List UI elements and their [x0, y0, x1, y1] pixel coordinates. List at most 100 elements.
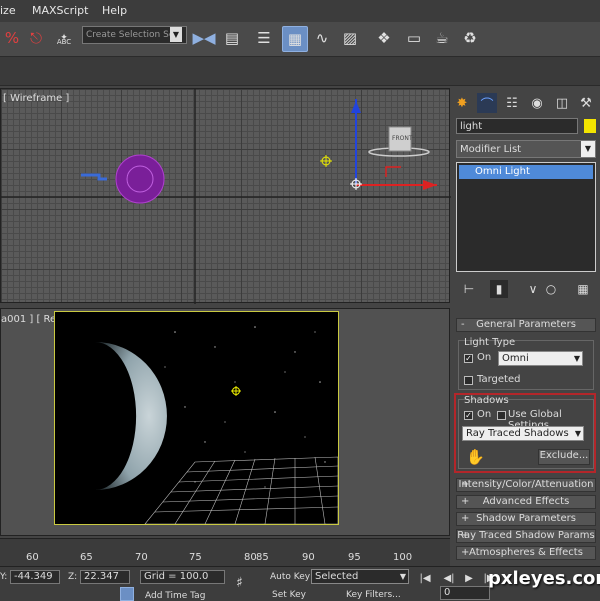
modify-tab-icon[interactable]: ⌒ [477, 93, 497, 113]
tick-label: 100 [393, 552, 413, 563]
expand-icon: + [461, 496, 470, 507]
set-key-button[interactable]: Set Key [272, 590, 306, 600]
rendered-scene [54, 311, 339, 525]
schematic-view-icon[interactable]: ▨ [338, 26, 362, 50]
selected-dropdown[interactable]: Selected ▼ [311, 569, 409, 584]
menu-item-customize[interactable]: ize [0, 4, 16, 17]
grid-size-field: Grid = 100.0 [140, 570, 225, 584]
y-coord-label: Y: [0, 572, 8, 582]
layer-manager-icon[interactable]: ☰ [252, 26, 276, 50]
viewport-top-scene [1, 89, 451, 304]
expand-icon: + [461, 479, 470, 490]
material-editor-icon[interactable]: ❖ [372, 26, 396, 50]
targeted-label: Targeted [477, 374, 521, 385]
auto-key-button[interactable]: Auto Key [270, 572, 310, 582]
select-by-name-icon[interactable]: ABC ✦ [52, 26, 76, 50]
rollout-title: Shadow Parameters [476, 513, 576, 524]
tick-label: 85 [256, 552, 269, 563]
z-coord-label: Z: [68, 572, 78, 582]
shadows-on-checkbox[interactable]: ✓ [464, 411, 473, 420]
exclude-button[interactable]: Exclude... [538, 449, 590, 465]
configure-sets-icon[interactable]: ▦ [574, 280, 592, 298]
motion-tab-icon[interactable]: ◉ [527, 93, 547, 113]
create-tab-icon[interactable]: ✸ [452, 93, 472, 113]
modifier-list-dropdown[interactable]: Modifier List ▼ [456, 140, 596, 158]
hand-cursor-icon: ✋ [466, 448, 485, 466]
shadows-on-label: On [477, 409, 492, 420]
rollout-atmospheres-effects[interactable]: + Atmospheres & Effects [456, 546, 596, 560]
light-type-title: Light Type [464, 337, 516, 348]
stack-item-omni-light[interactable]: Omni Light [459, 165, 593, 179]
targeted-checkbox[interactable] [464, 376, 473, 385]
rollout-advanced-effects[interactable]: + Advanced Effects [456, 495, 596, 509]
current-frame-field[interactable]: 0 [440, 586, 490, 600]
rollout-general-parameters[interactable]: - General Parameters [456, 318, 596, 332]
render-production-icon[interactable]: ♻ [458, 26, 482, 50]
time-tag-icon[interactable] [120, 587, 134, 601]
previous-frame-icon[interactable]: ◀| [442, 572, 456, 586]
expand-icon: + [461, 530, 470, 541]
show-end-result-icon[interactable]: ▮ [490, 280, 508, 298]
play-icon[interactable]: ▶ [462, 572, 476, 586]
chevron-down-icon[interactable]: ▼ [581, 141, 595, 157]
object-color-swatch[interactable] [584, 119, 596, 133]
z-coord-field[interactable]: 22.347 [80, 570, 130, 584]
viewport-bottom[interactable]: a001 ] [ Realistic ] [0, 308, 450, 536]
mirror-icon[interactable]: ▶◀ [192, 26, 216, 50]
use-global-settings-checkbox[interactable] [497, 411, 506, 420]
go-to-start-icon[interactable]: |◀ [418, 572, 432, 586]
expand-icon: + [461, 547, 470, 558]
curve-editor-icon[interactable]: ∿ [310, 26, 334, 50]
key-filters-button[interactable]: Key Filters... [346, 590, 401, 600]
shadow-type-value: Ray Traced Shadows [466, 428, 569, 439]
y-coord-field[interactable]: -44.349 [10, 570, 60, 584]
rollout-title: Atmospheres & Effects [469, 547, 583, 558]
viewport-top[interactable]: [ Wireframe ] FRONT [0, 88, 451, 304]
tick-label: 95 [348, 552, 361, 563]
shadows-title: Shadows [464, 395, 509, 406]
ribbon-strip [0, 57, 600, 86]
light-type-value: Omni [502, 353, 529, 364]
key-icon[interactable]: ♯ [236, 575, 243, 591]
render-setup-icon[interactable]: ▭ [402, 26, 426, 50]
shadow-type-dropdown[interactable]: Ray Traced Shadows ▼ [462, 426, 584, 441]
light-on-checkbox[interactable]: ✓ [464, 354, 473, 363]
remove-modifier-icon[interactable]: ○ [542, 280, 560, 298]
chevron-down-icon: ▼ [399, 572, 406, 581]
chevron-down-icon[interactable]: ▼ [170, 27, 182, 42]
hierarchy-tab-icon[interactable]: ☷ [502, 93, 522, 113]
chevron-down-icon: ▼ [574, 429, 581, 438]
utilities-tab-icon[interactable]: ⚒ [576, 93, 596, 113]
rollout-intensity-color-attenuation[interactable]: + Intensity/Color/Attenuation [456, 478, 596, 492]
rollout-title: General Parameters [476, 319, 576, 330]
command-panel: ✸ ⌒ ☷ ◉ ◫ ⚒ light Modifier List ▼ Omni L… [452, 88, 600, 560]
modifier-stack[interactable]: Omni Light [456, 162, 596, 272]
tick-label: 80 [244, 552, 257, 563]
rollout-title: Ray Traced Shadow Params [457, 530, 595, 541]
render-frame-icon[interactable]: ☕ [430, 26, 454, 50]
rollout-ray-traced-shadow-params[interactable]: + Ray Traced Shadow Params [456, 529, 596, 543]
rendered-scene-art [95, 326, 338, 524]
make-unique-icon[interactable]: ∨ [524, 280, 542, 298]
scene-explorer-icon[interactable]: ▦ [282, 26, 308, 52]
rollout-title: Intensity/Color/Attenuation [458, 479, 594, 490]
menu-bar: ize MAXScript Help [0, 0, 600, 23]
pin-stack-icon[interactable]: ⊢ [460, 280, 478, 298]
modifier-list-label: Modifier List [460, 144, 522, 155]
menu-item-help[interactable]: Help [102, 4, 127, 17]
display-tab-icon[interactable]: ◫ [552, 93, 572, 113]
light-type-dropdown[interactable]: Omni ▼ [498, 351, 583, 366]
tick-label: 60 [26, 552, 39, 563]
tick-label: 90 [302, 552, 315, 563]
bind-space-warp-icon[interactable]: ⎋ [24, 26, 48, 50]
align-icon[interactable]: ▤ [220, 26, 244, 50]
menu-item-maxscript[interactable]: MAXScript [32, 4, 88, 17]
unlink-icon[interactable]: % [0, 26, 24, 50]
timeline-ruler[interactable]: 60 65 70 75 80 85 90 95 100 [0, 538, 450, 567]
rollout-shadow-parameters[interactable]: + Shadow Parameters [456, 512, 596, 526]
rollout-title: Advanced Effects [482, 496, 570, 507]
tick-label: 75 [189, 552, 202, 563]
object-name-field[interactable]: light [456, 118, 578, 134]
tick-label: 65 [80, 552, 93, 563]
tick-label: 70 [135, 552, 148, 563]
